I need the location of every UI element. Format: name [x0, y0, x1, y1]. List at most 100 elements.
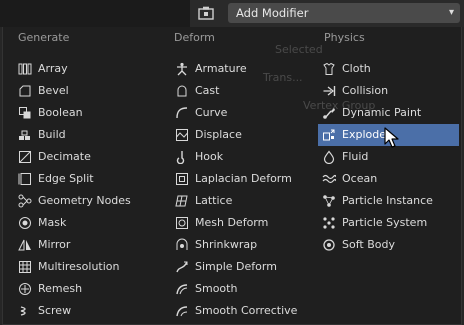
menu-item-fluid[interactable]: Fluid: [318, 146, 459, 168]
fluid-icon: [323, 150, 335, 164]
menu-item-screw[interactable]: Screw: [14, 300, 164, 322]
add-modifier-dropdown[interactable]: Add Modifier ▾: [228, 3, 460, 23]
menu-item-label: Soft Body: [342, 238, 395, 251]
smooth-corrective-icon: [176, 306, 188, 317]
menu-item-label: Lattice: [195, 194, 233, 207]
dropdown-label: Add Modifier: [236, 6, 309, 20]
mask-icon: [19, 217, 31, 229]
menu-item-laplacian-deform[interactable]: Laplacian Deform: [171, 168, 321, 190]
multiresolution-icon: [19, 261, 31, 273]
menu-item-label: Bevel: [38, 84, 69, 97]
array-icon: [18, 63, 32, 75]
menu-item-label: Edge Split: [38, 172, 94, 185]
menu-item-label: Displace: [195, 128, 242, 141]
menu-item-label: Explode: [342, 128, 386, 141]
hook-icon: [176, 151, 185, 164]
menu-item-displace[interactable]: Displace: [171, 124, 321, 146]
particle-instance-icon: [323, 195, 335, 207]
cast-icon: [177, 85, 187, 97]
menu-item-particle-system[interactable]: Particle System: [318, 212, 459, 234]
menu-item-label: Shrinkwrap: [195, 238, 258, 251]
dynamic-paint-icon: [323, 108, 335, 119]
particle-system-icon: [323, 217, 335, 229]
menu-item-simple-deform[interactable]: Simple Deform: [171, 256, 321, 278]
menu-item-label: Collision: [342, 84, 389, 97]
boolean-icon: [19, 107, 31, 119]
menu-item-geometry-nodes[interactable]: Geometry Nodes: [14, 190, 164, 212]
menu-item-ocean[interactable]: Ocean: [318, 168, 459, 190]
menu-item-label: Hook: [195, 150, 224, 163]
menu-item-label: Multiresolution: [38, 260, 120, 273]
armature-icon: [177, 62, 187, 76]
menu-item-lattice[interactable]: Lattice: [171, 190, 321, 212]
soft-body-icon: [323, 239, 335, 251]
menu-item-particle-instance[interactable]: Particle Instance: [318, 190, 459, 212]
menu-item-label: Cloth: [342, 62, 371, 75]
menu-item-label: Armature: [195, 62, 247, 75]
menu-item-label: Ocean: [342, 172, 378, 185]
menu-item-bevel[interactable]: Bevel: [14, 80, 164, 102]
menu-item-label: Mirror: [38, 238, 71, 251]
build-icon: [19, 130, 30, 140]
curve-icon: [176, 107, 188, 119]
menu-item-hook[interactable]: Hook: [171, 146, 321, 168]
menu-item-smooth[interactable]: Smooth: [171, 278, 321, 300]
menu-item-label: Particle Instance: [342, 194, 433, 207]
menu-item-cast[interactable]: Cast: [171, 80, 321, 102]
menu-item-label: Remesh: [38, 282, 83, 295]
explode-icon: [323, 129, 335, 141]
displace-icon: [176, 129, 188, 141]
chevron-down-icon: ▾: [448, 7, 454, 18]
menu-item-label: Screw: [38, 304, 72, 317]
menu-item-armature[interactable]: Armature: [171, 58, 321, 80]
menu-item-label: Simple Deform: [195, 260, 277, 273]
menu-item-collision[interactable]: Collision: [318, 80, 459, 102]
wrench-icon[interactable]: [198, 6, 214, 20]
menu-item-mirror[interactable]: Mirror: [14, 234, 164, 256]
menu-item-label: Smooth: [195, 282, 238, 295]
column-header-generate: Generate: [18, 31, 70, 44]
edge-split-icon: [18, 173, 31, 185]
menu-item-edge-split[interactable]: Edge Split: [14, 168, 164, 190]
screw-icon: [20, 306, 26, 316]
smooth-icon: [176, 284, 188, 295]
menu-item-remesh[interactable]: Remesh: [14, 278, 164, 300]
menu-item-label: Fluid: [342, 150, 369, 163]
decimate-icon: [19, 151, 31, 163]
header-left-area: [0, 0, 190, 27]
menu-item-mask[interactable]: Mask: [14, 212, 164, 234]
menu-item-soft-body[interactable]: Soft Body: [318, 234, 459, 256]
menu-item-label: Decimate: [38, 150, 91, 163]
cloth-icon: [323, 62, 335, 75]
menu-item-decimate[interactable]: Decimate: [14, 146, 164, 168]
menu-item-dynamic-paint[interactable]: Dynamic Paint: [318, 102, 459, 124]
menu-item-mesh-deform[interactable]: Mesh Deform: [171, 212, 321, 234]
menu-item-array[interactable]: Array: [14, 58, 164, 80]
mesh-deform-icon: [176, 217, 188, 229]
collision-icon: [323, 86, 336, 96]
simple-deform-icon: [176, 261, 188, 273]
menu-item-boolean[interactable]: Boolean: [14, 102, 164, 124]
menu-item-label: Boolean: [38, 106, 83, 119]
mouse-cursor-icon: [384, 127, 399, 148]
ocean-icon: [322, 174, 336, 184]
menu-item-multiresolution[interactable]: Multiresolution: [14, 256, 164, 278]
laplacian-deform-icon: [176, 173, 188, 185]
menu-item-curve[interactable]: Curve: [171, 102, 321, 124]
menu-item-label: Mask: [38, 216, 67, 229]
menu-item-label: Geometry Nodes: [38, 194, 131, 207]
column-header-deform: Deform: [174, 31, 215, 44]
menu-item-smooth-corrective[interactable]: Smooth Corrective: [171, 300, 321, 322]
menu-item-label: Array: [38, 62, 68, 75]
column-header-physics: Physics: [324, 31, 365, 44]
menu-item-label: Cast: [195, 84, 220, 97]
menu-item-build[interactable]: Build: [14, 124, 164, 146]
add-modifier-menu: Selected Trans... Vertex Group Generate …: [2, 27, 462, 325]
menu-item-label: Mesh Deform: [195, 216, 269, 229]
menu-item-label: Laplacian Deform: [195, 172, 292, 185]
menu-item-shrinkwrap[interactable]: Shrinkwrap: [171, 234, 321, 256]
menu-item-cloth[interactable]: Cloth: [318, 58, 459, 80]
menu-item-label: Build: [38, 128, 66, 141]
geometry-nodes-icon: [18, 194, 32, 208]
menu-item-label: Curve: [195, 106, 228, 119]
